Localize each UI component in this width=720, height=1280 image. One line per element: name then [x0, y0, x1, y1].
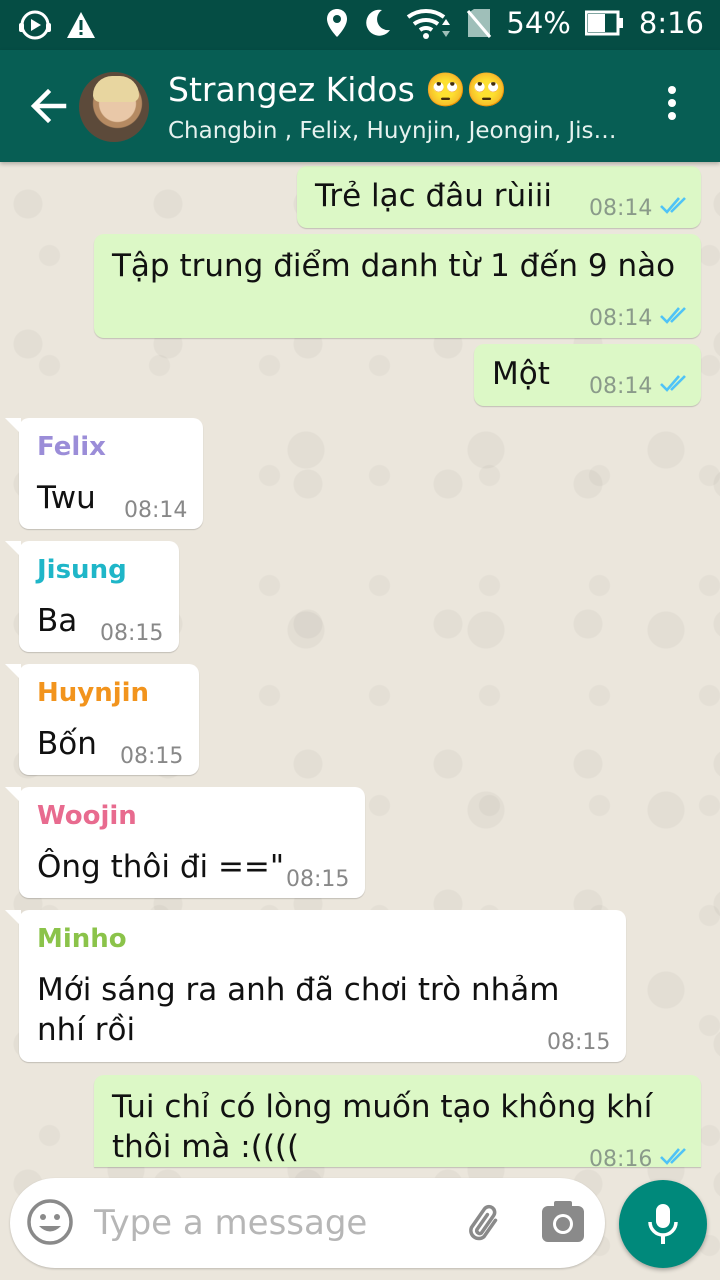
message-time: 08:15: [120, 744, 184, 769]
message-text: Ba: [37, 603, 78, 639]
microphone-button[interactable]: [619, 1180, 707, 1268]
back-arrow-icon[interactable]: [28, 86, 68, 130]
read-receipt-icon: [660, 375, 686, 392]
message-bubble-incoming[interactable]: Woojin Ông thôi đi ==" 08:15: [5, 787, 365, 898]
message-time: 08:15: [547, 1030, 611, 1055]
message-text: Trẻ lạc đâu rùiii: [315, 178, 552, 214]
message-bubble-incoming[interactable]: Minho Mới sáng ra anh đã chơi trò nhảm n…: [5, 910, 626, 1062]
no-sim-icon: [466, 7, 492, 39]
message-text-line: nhí rồi: [37, 1012, 136, 1048]
message-bubble-outgoing[interactable]: Trẻ lạc đâu rùiii 08:14: [297, 166, 701, 228]
message-time: 08:14: [124, 498, 188, 523]
microphone-icon: [648, 1204, 678, 1244]
emoji-icon[interactable]: [26, 1198, 74, 1250]
message-time: 08:15: [100, 621, 164, 646]
paperclip-icon[interactable]: [462, 1200, 510, 1252]
message-bubble-outgoing[interactable]: Tập trung điểm danh từ 1 đến 9 nào 08:14: [94, 234, 701, 338]
warning-icon: [66, 11, 96, 39]
message-bubble-incoming[interactable]: Huynjin Bốn 08:15: [5, 664, 199, 775]
sender-name: Woojin: [37, 801, 137, 831]
message-time: 08:14: [589, 306, 653, 331]
read-receipt-icon: [660, 1148, 686, 1165]
message-text-line: Tui chỉ có lòng muốn tạo không khí: [112, 1089, 653, 1125]
camera-icon[interactable]: [540, 1200, 586, 1248]
sender-name: Minho: [37, 924, 127, 954]
message-time: 08:15: [286, 867, 350, 892]
message-text: Twu: [37, 480, 96, 516]
read-receipt-icon: [660, 307, 686, 324]
status-bar: 54% 8:16: [0, 0, 720, 50]
message-bubble-outgoing[interactable]: Tui chỉ có lòng muốn tạo không khí thôi …: [94, 1075, 701, 1167]
message-text: Bốn: [37, 726, 97, 762]
chat-header: Strangez Kidos 🙄🙄 Changbin , Felix, Huyn…: [0, 50, 720, 162]
group-avatar[interactable]: [79, 72, 149, 142]
message-composer: [10, 1178, 605, 1268]
group-name[interactable]: Strangez Kidos 🙄🙄: [168, 70, 507, 110]
battery-icon: [584, 10, 625, 36]
sender-name: Jisung: [37, 555, 127, 585]
read-receipt-icon: [660, 197, 686, 214]
media-playing-icon: [18, 10, 52, 40]
sender-name: Felix: [37, 432, 106, 462]
message-bubble-incoming[interactable]: Jisung Ba 08:15: [5, 541, 179, 652]
message-text: Tập trung điểm danh từ 1 đến 9 nào: [112, 248, 676, 284]
overflow-menu-icon[interactable]: [660, 86, 684, 126]
group-participants[interactable]: Changbin , Felix, Huynjin, Jeongin, Jisu…: [168, 118, 628, 144]
wifi-icon: [406, 7, 452, 39]
message-text-line: Mới sáng ra anh đã chơi trò nhảm: [37, 972, 560, 1008]
battery-percentage: 54%: [506, 6, 571, 40]
message-bubble-incoming[interactable]: Felix Twu 08:14: [5, 418, 203, 529]
sender-name: Huynjin: [37, 678, 150, 708]
clock: 8:16: [638, 6, 704, 40]
message-time: 08:16: [589, 1147, 653, 1167]
message-time: 08:14: [589, 196, 653, 221]
location-icon: [326, 8, 348, 38]
message-text-line: thôi mà :((((: [112, 1129, 300, 1165]
message-time: 08:14: [589, 374, 653, 399]
message-text: Một: [492, 356, 550, 392]
message-input[interactable]: [92, 1196, 456, 1250]
message-bubble-outgoing[interactable]: Một 08:14: [474, 344, 701, 406]
message-text: Ông thôi đi ==": [37, 849, 285, 885]
do-not-disturb-moon-icon: [362, 8, 392, 38]
